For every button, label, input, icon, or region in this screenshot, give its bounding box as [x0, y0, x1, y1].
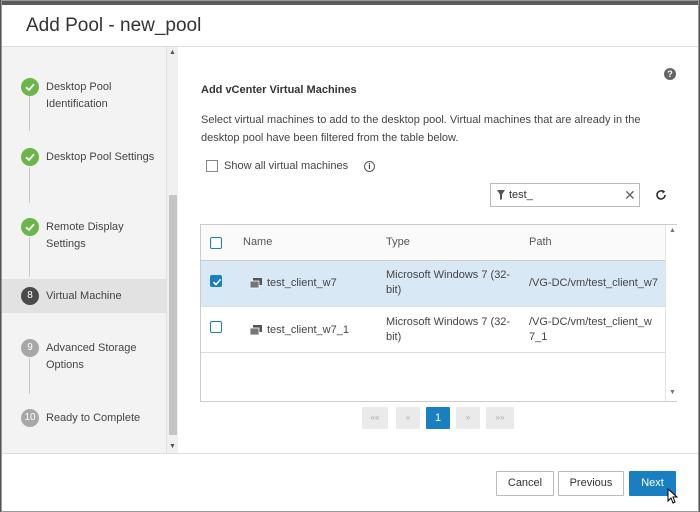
select-all-checkbox[interactable] — [210, 237, 222, 249]
help-icon[interactable]: ? — [664, 68, 676, 80]
step-connector — [29, 358, 30, 394]
scrollbar-thumb[interactable] — [169, 195, 177, 435]
checkmark-icon — [212, 278, 222, 286]
column-header-name[interactable]: Name — [243, 236, 272, 248]
vm-path: /VG-DC/vm/test_client_w7_1 — [529, 316, 652, 343]
step-desktop-pool-identification[interactable]: Desktop Pool Identification — [2, 67, 166, 131]
clear-filter-icon[interactable]: ✕ — [624, 187, 636, 203]
column-header-type[interactable]: Type — [386, 236, 410, 248]
sidebar-scrollbar[interactable]: ▲ ▼ — [166, 47, 178, 453]
show-all-vms-option[interactable]: Show all virtual machines — [206, 160, 348, 173]
dialog-title: Add Pool - new_pool — [26, 15, 202, 36]
checkmark-icon — [21, 148, 39, 166]
wizard-steps: Desktop Pool Identification Desktop Pool… — [2, 47, 166, 453]
table-scrollbar[interactable]: ▲ ▼ — [665, 225, 677, 401]
section-title: Add vCenter Virtual Machines — [201, 84, 357, 96]
prev-page-button[interactable]: « — [396, 407, 420, 429]
show-all-label: Show all virtual machines — [224, 160, 349, 172]
filter-input-box[interactable]: ✕ — [490, 183, 640, 207]
mouse-cursor-icon — [667, 488, 678, 504]
step-virtual-machine[interactable]: 8 Virtual Machine — [2, 279, 166, 313]
scroll-down-icon[interactable]: ▼ — [169, 443, 176, 451]
first-page-button[interactable]: «« — [362, 407, 388, 429]
step-connector — [29, 95, 30, 131]
scroll-down-icon[interactable]: ▼ — [669, 389, 676, 396]
filter-icon — [497, 190, 505, 200]
filter-input[interactable] — [509, 187, 619, 203]
last-page-button[interactable]: »» — [486, 407, 514, 429]
info-icon[interactable]: i — [364, 161, 375, 172]
row-checkbox[interactable] — [210, 275, 222, 287]
step-ready-to-complete[interactable]: 10 Ready to Complete — [2, 399, 166, 433]
step-desktop-pool-settings[interactable]: Desktop Pool Settings — [2, 139, 166, 203]
step-label: Advanced Storage Options — [46, 342, 137, 371]
section-description: Select virtual machines to add to the de… — [201, 114, 641, 144]
add-pool-dialog: Add Pool - new_pool Desktop Pool Identif… — [1, 0, 699, 512]
page-1-button[interactable]: 1 — [426, 407, 450, 429]
step-connector — [29, 167, 30, 203]
vm-table: Name Type Path test_client_w7 Microsoft … — [200, 224, 677, 402]
vm-icon — [250, 278, 262, 289]
vm-name: test_client_w7 — [267, 277, 337, 289]
table-header: Name Type Path — [201, 225, 665, 261]
previous-button[interactable]: Previous — [558, 471, 624, 496]
cancel-button[interactable]: Cancel — [496, 471, 554, 496]
checkmark-icon — [21, 78, 39, 96]
step-connector — [29, 237, 30, 277]
wizard-sidebar: Desktop Pool Identification Desktop Pool… — [2, 47, 178, 453]
next-page-button[interactable]: » — [456, 407, 480, 429]
step-label: Desktop Pool Identification — [46, 81, 112, 110]
scroll-up-icon[interactable]: ▲ — [169, 49, 176, 57]
step-number: 9 — [21, 339, 39, 357]
table-row[interactable]: test_client_w7_1 Microsoft Windows 7 (32… — [201, 307, 665, 353]
row-checkbox[interactable] — [210, 321, 222, 333]
vm-path: /VG-DC/vm/test_client_w7 — [529, 277, 658, 289]
step-label: Remote Display Settings — [46, 221, 124, 250]
vm-name: test_client_w7_1 — [267, 324, 349, 336]
top-strip — [2, 1, 698, 5]
vm-type: Microsoft Windows 7 (32-bit) — [386, 316, 511, 343]
step-remote-display-settings[interactable]: Remote Display Settings — [2, 209, 166, 277]
step-label: Desktop Pool Settings — [46, 151, 155, 163]
step-label: Ready to Complete — [46, 412, 141, 424]
table-row[interactable]: test_client_w7 Microsoft Windows 7 (32-b… — [201, 261, 665, 307]
checkmark-icon — [21, 218, 39, 236]
step-number: 8 — [21, 287, 39, 305]
scroll-up-icon[interactable]: ▲ — [669, 227, 676, 234]
step-advanced-storage-options[interactable]: 9 Advanced Storage Options — [2, 330, 166, 394]
vm-icon — [250, 325, 262, 336]
vm-type: Microsoft Windows 7 (32-bit) — [386, 269, 511, 296]
refresh-icon[interactable] — [654, 188, 668, 202]
step-label: Virtual Machine — [46, 290, 122, 302]
show-all-checkbox[interactable] — [206, 160, 218, 173]
column-header-path[interactable]: Path — [529, 236, 552, 248]
footer-divider — [2, 453, 698, 454]
step-number: 10 — [21, 409, 39, 427]
